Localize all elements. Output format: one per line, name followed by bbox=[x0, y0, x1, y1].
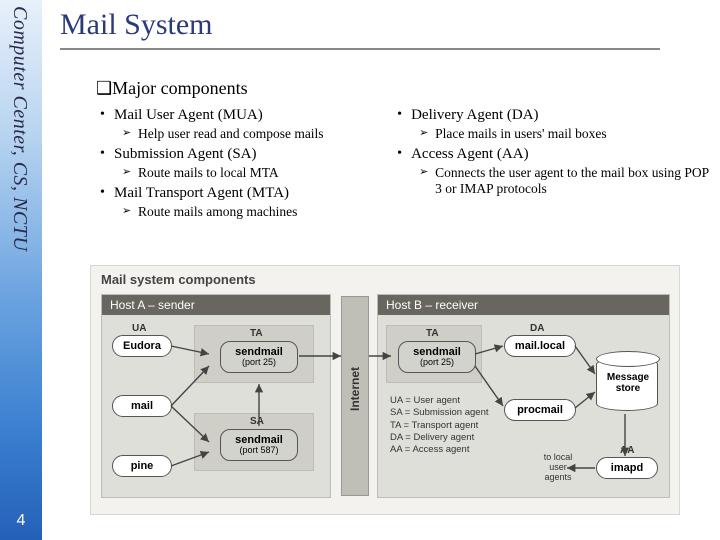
diagram-title: Mail system components bbox=[101, 272, 256, 287]
sidebar-org: Computer Center, CS, NCTU bbox=[0, 0, 31, 251]
ta-box-b: sendmail (port 25) bbox=[398, 341, 476, 373]
role-aa: AA bbox=[620, 445, 634, 456]
list-item: Access Agent (AA) Connects the user agen… bbox=[393, 146, 710, 197]
column-right: Delivery Agent (DA) Place mails in users… bbox=[393, 103, 710, 220]
page-title: Mail System bbox=[60, 8, 710, 42]
legend-line: UA = User agent bbox=[390, 395, 489, 407]
sub-item: Help user read and compose mails bbox=[114, 126, 393, 142]
to-local-label: to local user agents bbox=[536, 453, 580, 483]
legend-line: AA = Access agent bbox=[390, 444, 489, 456]
list-item: Mail Transport Agent (MTA) Route mails a… bbox=[96, 185, 393, 220]
store-label: Message store bbox=[597, 372, 659, 394]
column-left: Mail User Agent (MUA) Help user read and… bbox=[96, 103, 393, 220]
sub-item: Place mails in users' mail boxes bbox=[411, 126, 710, 142]
slide-number: 4 bbox=[0, 512, 42, 530]
host-b: Host B – receiver TA sendmail (port 25) … bbox=[377, 294, 670, 498]
sa-port: (port 587) bbox=[221, 446, 297, 456]
bullet-square-icon: ❑ bbox=[96, 78, 112, 98]
sub-item: Route mails to local MTA bbox=[114, 165, 393, 181]
da-box: mail.local bbox=[504, 335, 576, 357]
role-ua: UA bbox=[132, 323, 146, 334]
legend: UA = User agent SA = Submission agent TA… bbox=[390, 395, 489, 457]
legend-line: TA = Transport agent bbox=[390, 420, 489, 432]
legend-line: SA = Submission agent bbox=[390, 407, 489, 419]
ua-box: Eudora bbox=[112, 335, 172, 357]
list-item: Submission Agent (SA) Route mails to loc… bbox=[96, 146, 393, 181]
ta-box: sendmail (port 25) bbox=[220, 341, 298, 373]
title-rule bbox=[60, 48, 660, 50]
role-sa: SA bbox=[250, 416, 264, 427]
ua-box: pine bbox=[112, 455, 172, 477]
item-label: Mail User Agent (MUA) bbox=[114, 107, 263, 123]
sub-item: Route mails among machines bbox=[114, 204, 393, 220]
ta-port: (port 25) bbox=[221, 358, 297, 368]
section-heading-text: Major components bbox=[112, 78, 247, 98]
role-ta-b: TA bbox=[426, 328, 439, 339]
item-label: Mail Transport Agent (MTA) bbox=[114, 185, 289, 201]
internet-label: Internet bbox=[348, 367, 362, 411]
sidebar: Computer Center, CS, NCTU 4 bbox=[0, 0, 42, 540]
item-label: Delivery Agent (DA) bbox=[411, 107, 538, 123]
role-da: DA bbox=[530, 323, 544, 334]
role-ta: TA bbox=[250, 328, 263, 339]
tab-port: (port 25) bbox=[399, 358, 475, 368]
legend-line: DA = Delivery agent bbox=[390, 432, 489, 444]
internet-band: Internet bbox=[341, 296, 369, 496]
diagram: Mail system components Host A – sender U… bbox=[90, 265, 680, 515]
da-box: procmail bbox=[504, 399, 576, 421]
item-label: Submission Agent (SA) bbox=[114, 146, 257, 162]
columns: Mail User Agent (MUA) Help user read and… bbox=[96, 103, 710, 220]
aa-box: imapd bbox=[596, 457, 658, 479]
section-heading: ❑Major components bbox=[96, 78, 710, 99]
section: ❑Major components Mail User Agent (MUA) … bbox=[96, 78, 710, 220]
message-store-cylinder: Message store bbox=[596, 357, 658, 411]
sub-item: Connects the user agent to the mail box … bbox=[411, 165, 710, 197]
host-a-title: Host A – sender bbox=[102, 295, 330, 315]
host-b-title: Host B – receiver bbox=[378, 295, 669, 315]
ua-box: mail bbox=[112, 395, 172, 417]
sa-box: sendmail (port 587) bbox=[220, 429, 298, 461]
content-area: Mail System ❑Major components Mail User … bbox=[60, 8, 710, 220]
host-a: Host A – sender UA Eudora mail pine TA s… bbox=[101, 294, 331, 498]
list-item: Delivery Agent (DA) Place mails in users… bbox=[393, 107, 710, 142]
list-item: Mail User Agent (MUA) Help user read and… bbox=[96, 107, 393, 142]
item-label: Access Agent (AA) bbox=[411, 146, 528, 162]
